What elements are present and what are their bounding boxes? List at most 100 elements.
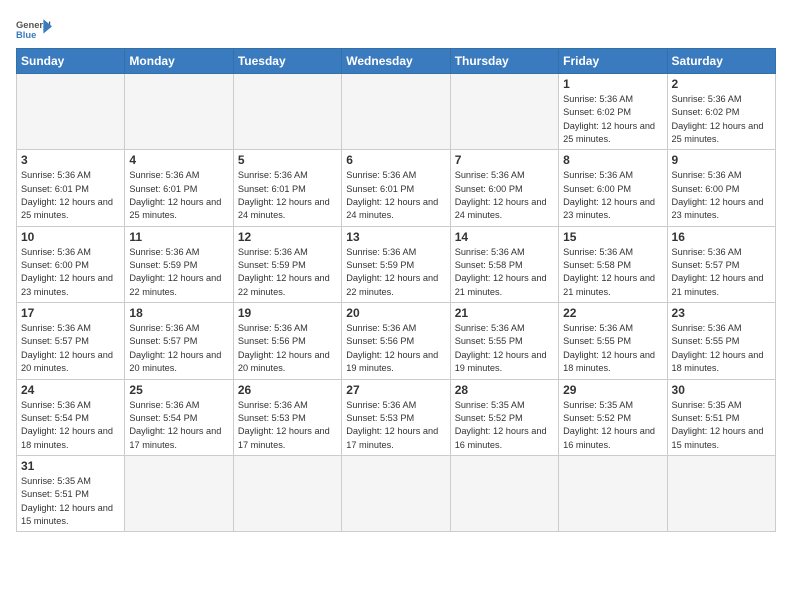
day-number: 29 bbox=[563, 383, 662, 397]
calendar-cell bbox=[559, 455, 667, 531]
day-number: 18 bbox=[129, 306, 228, 320]
calendar-cell: 29Sunrise: 5:35 AM Sunset: 5:52 PM Dayli… bbox=[559, 379, 667, 455]
calendar-cell bbox=[17, 74, 125, 150]
calendar-cell: 17 Sunrise: 5:36 AM Sunset: 5:57 PM Dayli… bbox=[17, 303, 125, 379]
calendar-cell: 12 Sunrise: 5:36 AM Sunset: 5:59 PM Dayli… bbox=[233, 226, 341, 302]
calendar-week-row: 3 Sunrise: 5:36 AM Sunset: 6:01 PM Daylig… bbox=[17, 150, 776, 226]
calendar-cell: 19 Sunrise: 5:36 AM Sunset: 5:56 PM Dayli… bbox=[233, 303, 341, 379]
calendar-cell: 25 Sunrise: 5:36 AM Sunset: 5:54 PM Dayli… bbox=[125, 379, 233, 455]
calendar-cell: 8 Sunrise: 5:36 AM Sunset: 6:00 PM Daylig… bbox=[559, 150, 667, 226]
day-info: Sunrise: 5:36 AM Sunset: 6:00 PM Dayligh… bbox=[455, 169, 554, 222]
day-number: 22 bbox=[563, 306, 662, 320]
day-number: 19 bbox=[238, 306, 337, 320]
day-number: 31 bbox=[21, 459, 120, 473]
day-header-sunday: Sunday bbox=[17, 49, 125, 74]
day-number: 16 bbox=[672, 230, 771, 244]
day-number: 6 bbox=[346, 153, 445, 167]
calendar-cell: 13Sunrise: 5:36 AM Sunset: 5:59 PM Dayli… bbox=[342, 226, 450, 302]
day-info: Sunrise: 5:36 AM Sunset: 5:57 PM Dayligh… bbox=[21, 322, 120, 375]
day-info: Sunrise: 5:36 AM Sunset: 6:01 PM Dayligh… bbox=[21, 169, 120, 222]
day-info: Sunrise: 5:36 AM Sunset: 5:54 PM Dayligh… bbox=[129, 399, 228, 452]
day-number: 1 bbox=[563, 77, 662, 91]
day-header-thursday: Thursday bbox=[450, 49, 558, 74]
day-number: 23 bbox=[672, 306, 771, 320]
calendar-cell: 2 Sunrise: 5:36 AM Sunset: 6:02 PM Daylig… bbox=[667, 74, 775, 150]
day-header-monday: Monday bbox=[125, 49, 233, 74]
calendar-cell: 27 Sunrise: 5:36 AM Sunset: 5:53 PM Dayli… bbox=[342, 379, 450, 455]
calendar-cell: 28Sunrise: 5:35 AM Sunset: 5:52 PM Dayli… bbox=[450, 379, 558, 455]
calendar-cell: 14 Sunrise: 5:36 AM Sunset: 5:58 PM Dayli… bbox=[450, 226, 558, 302]
day-info: Sunrise: 5:36 AM Sunset: 5:53 PM Dayligh… bbox=[238, 399, 337, 452]
calendar-cell bbox=[667, 455, 775, 531]
calendar: SundayMondayTuesdayWednesdayThursdayFrid… bbox=[16, 48, 776, 532]
day-info: Sunrise: 5:36 AM Sunset: 5:55 PM Dayligh… bbox=[455, 322, 554, 375]
day-number: 5 bbox=[238, 153, 337, 167]
day-info: Sunrise: 5:36 AM Sunset: 5:55 PM Dayligh… bbox=[672, 322, 771, 375]
title-block bbox=[52, 16, 776, 18]
day-number: 26 bbox=[238, 383, 337, 397]
calendar-cell: 26 Sunrise: 5:36 AM Sunset: 5:53 PM Dayli… bbox=[233, 379, 341, 455]
calendar-cell: 3 Sunrise: 5:36 AM Sunset: 6:01 PM Daylig… bbox=[17, 150, 125, 226]
calendar-cell: 10 Sunrise: 5:36 AM Sunset: 6:00 PM Dayli… bbox=[17, 226, 125, 302]
day-number: 9 bbox=[672, 153, 771, 167]
day-number: 2 bbox=[672, 77, 771, 91]
calendar-cell: 9Sunrise: 5:36 AM Sunset: 6:00 PM Daylig… bbox=[667, 150, 775, 226]
day-info: Sunrise: 5:36 AM Sunset: 5:56 PM Dayligh… bbox=[346, 322, 445, 375]
svg-text:Blue: Blue bbox=[16, 30, 36, 40]
day-info: Sunrise: 5:36 AM Sunset: 6:02 PM Dayligh… bbox=[563, 93, 662, 146]
day-number: 30 bbox=[672, 383, 771, 397]
day-info: Sunrise: 5:36 AM Sunset: 6:01 PM Dayligh… bbox=[129, 169, 228, 222]
day-number: 17 bbox=[21, 306, 120, 320]
day-info: Sunrise: 5:36 AM Sunset: 5:56 PM Dayligh… bbox=[238, 322, 337, 375]
calendar-cell: 11 Sunrise: 5:36 AM Sunset: 5:59 PM Dayli… bbox=[125, 226, 233, 302]
day-info: Sunrise: 5:36 AM Sunset: 5:54 PM Dayligh… bbox=[21, 399, 120, 452]
day-number: 12 bbox=[238, 230, 337, 244]
day-info: Sunrise: 5:36 AM Sunset: 5:53 PM Dayligh… bbox=[346, 399, 445, 452]
generalblue-logo-icon: General Blue bbox=[16, 16, 52, 44]
day-number: 7 bbox=[455, 153, 554, 167]
day-number: 11 bbox=[129, 230, 228, 244]
day-info: Sunrise: 5:36 AM Sunset: 6:00 PM Dayligh… bbox=[563, 169, 662, 222]
day-header-tuesday: Tuesday bbox=[233, 49, 341, 74]
day-header-friday: Friday bbox=[559, 49, 667, 74]
day-number: 21 bbox=[455, 306, 554, 320]
calendar-cell bbox=[450, 455, 558, 531]
calendar-week-row: 1 Sunrise: 5:36 AM Sunset: 6:02 PM Daylig… bbox=[17, 74, 776, 150]
day-number: 27 bbox=[346, 383, 445, 397]
calendar-cell: 24Sunrise: 5:36 AM Sunset: 5:54 PM Dayli… bbox=[17, 379, 125, 455]
day-info: Sunrise: 5:36 AM Sunset: 5:59 PM Dayligh… bbox=[238, 246, 337, 299]
calendar-cell bbox=[342, 74, 450, 150]
day-info: Sunrise: 5:36 AM Sunset: 5:58 PM Dayligh… bbox=[563, 246, 662, 299]
header: General Blue bbox=[16, 16, 776, 44]
day-number: 3 bbox=[21, 153, 120, 167]
calendar-cell: 5Sunrise: 5:36 AM Sunset: 6:01 PM Daylig… bbox=[233, 150, 341, 226]
day-number: 25 bbox=[129, 383, 228, 397]
calendar-cell: 21 Sunrise: 5:36 AM Sunset: 5:55 PM Dayli… bbox=[450, 303, 558, 379]
calendar-cell bbox=[233, 455, 341, 531]
day-info: Sunrise: 5:36 AM Sunset: 5:59 PM Dayligh… bbox=[346, 246, 445, 299]
day-number: 4 bbox=[129, 153, 228, 167]
calendar-cell bbox=[125, 455, 233, 531]
day-number: 14 bbox=[455, 230, 554, 244]
day-info: Sunrise: 5:35 AM Sunset: 5:51 PM Dayligh… bbox=[21, 475, 120, 528]
logo: General Blue bbox=[16, 16, 52, 44]
day-info: Sunrise: 5:36 AM Sunset: 6:00 PM Dayligh… bbox=[21, 246, 120, 299]
day-number: 10 bbox=[21, 230, 120, 244]
day-info: Sunrise: 5:36 AM Sunset: 6:01 PM Dayligh… bbox=[346, 169, 445, 222]
calendar-cell bbox=[342, 455, 450, 531]
calendar-cell: 7 Sunrise: 5:36 AM Sunset: 6:00 PM Daylig… bbox=[450, 150, 558, 226]
calendar-cell: 20Sunrise: 5:36 AM Sunset: 5:56 PM Dayli… bbox=[342, 303, 450, 379]
calendar-cell: 6 Sunrise: 5:36 AM Sunset: 6:01 PM Daylig… bbox=[342, 150, 450, 226]
day-number: 15 bbox=[563, 230, 662, 244]
calendar-cell bbox=[233, 74, 341, 150]
day-info: Sunrise: 5:36 AM Sunset: 5:58 PM Dayligh… bbox=[455, 246, 554, 299]
day-info: Sunrise: 5:36 AM Sunset: 5:59 PM Dayligh… bbox=[129, 246, 228, 299]
calendar-cell: 23 Sunrise: 5:36 AM Sunset: 5:55 PM Dayli… bbox=[667, 303, 775, 379]
day-info: Sunrise: 5:36 AM Sunset: 6:02 PM Dayligh… bbox=[672, 93, 771, 146]
day-number: 8 bbox=[563, 153, 662, 167]
calendar-cell: 22Sunrise: 5:36 AM Sunset: 5:55 PM Dayli… bbox=[559, 303, 667, 379]
calendar-cell: 30Sunrise: 5:35 AM Sunset: 5:51 PM Dayli… bbox=[667, 379, 775, 455]
calendar-cell: 16Sunrise: 5:36 AM Sunset: 5:57 PM Dayli… bbox=[667, 226, 775, 302]
calendar-week-row: 10 Sunrise: 5:36 AM Sunset: 6:00 PM Dayli… bbox=[17, 226, 776, 302]
calendar-week-row: 17 Sunrise: 5:36 AM Sunset: 5:57 PM Dayli… bbox=[17, 303, 776, 379]
